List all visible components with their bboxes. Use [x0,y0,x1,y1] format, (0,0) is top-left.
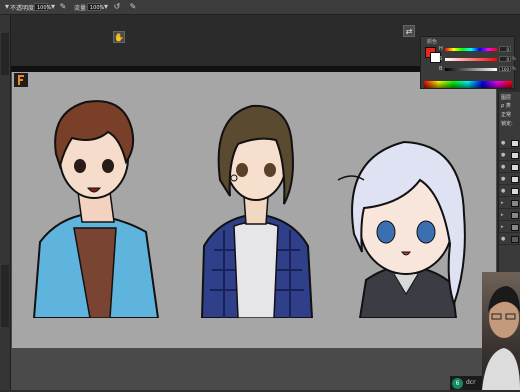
tray-text: dcr [466,379,476,386]
tools-panel-lower[interactable] [1,265,9,327]
expand-arrow-icon[interactable]: ▸ [501,200,504,206]
saturation-slider[interactable] [445,58,497,61]
brightness-slider[interactable] [445,68,497,71]
visibility-eye-icon[interactable]: ● [501,176,505,182]
flow-dropdown-icon[interactable]: ▾ [101,2,111,12]
opacity-label: 不透明度: [10,5,37,12]
color-panel: 颜色 H 0 S 0 % B 100 % [420,36,516,89]
brightness-value[interactable]: 100 [499,66,511,72]
hue-value[interactable]: 0 [499,46,511,52]
layer-row[interactable]: ● [499,234,520,245]
visibility-eye-icon[interactable]: ● [501,152,505,158]
layer-thumbnail [511,188,519,195]
notification-badge[interactable]: 6 [452,378,463,389]
hand-tool-icon[interactable]: ✋ [113,31,125,43]
taskbar-tray: 6 dcr [450,376,482,390]
layer-row[interactable]: ● [499,186,520,197]
layer-row[interactable]: ● [499,162,520,173]
visibility-eye-icon[interactable]: ● [501,140,505,146]
tools-panel-strip [0,15,11,390]
visibility-eye-icon[interactable]: ● [501,164,505,170]
artwork-character-girl [200,104,314,318]
layer-kind-filter[interactable]: ρ 类 [501,102,511,109]
layer-thumbnail [511,176,519,183]
saturation-label: S [439,56,443,62]
folder-icon [511,224,519,231]
saturation-percent: % [512,56,516,61]
flow-field[interactable]: 100% [87,3,104,11]
brightness-label: B [439,66,443,72]
color-panel-title: 颜色 [427,39,438,45]
lock-label: 锁定: [501,121,513,127]
visibility-eye-icon[interactable]: ● [501,236,505,242]
layer-thumbnail [511,152,519,159]
layers-tab[interactable]: 图层 [501,94,511,101]
webcam-overlay [482,272,520,390]
color-spectrum-ramp[interactable] [424,81,512,88]
folder-icon [511,212,519,219]
panel-swap-icon[interactable]: ⇄ [403,25,415,37]
layer-group-row[interactable]: ▸ [499,198,520,209]
flow-label: 流量: [74,5,89,12]
layer-row[interactable]: ● [499,138,520,149]
streamer-face-image [482,286,520,390]
hue-slider[interactable] [445,48,497,51]
layer-row[interactable]: ● [499,174,520,185]
artwork-character-boy [32,100,160,318]
watermark-logo-icon [14,73,28,87]
blend-mode-select[interactable]: 正常 [501,111,511,118]
saturation-value[interactable]: 0 [499,56,511,62]
layer-thumbnail [511,164,519,171]
artwork-character-chibi [337,140,466,318]
visibility-eye-icon[interactable]: ● [501,188,505,194]
layer-group-row[interactable]: ▸ [499,210,520,221]
folder-icon [511,200,519,207]
airbrush-icon[interactable]: ↺ [112,2,122,12]
layer-row[interactable]: ● [499,150,520,161]
pressure-opacity-icon[interactable]: ✎ [58,2,68,12]
expand-arrow-icon[interactable]: ▸ [501,224,504,230]
layer-thumbnail [511,140,519,147]
layer-group-row[interactable]: ▸ [499,222,520,233]
opacity-dropdown-icon[interactable]: ▾ [48,2,58,12]
opacity-field[interactable]: 100% [34,3,51,11]
brightness-percent: % [512,66,516,71]
expand-arrow-icon[interactable]: ▸ [501,212,504,218]
hue-label: H [439,46,443,52]
tools-panel-collapsed[interactable] [1,33,9,75]
options-bar: ▾ 不透明度: 100% ▾ ✎ 流量: 100% ▾ ↺ ✎ [0,0,520,15]
layer-thumbnail [511,236,519,243]
pressure-size-icon[interactable]: ✎ [128,2,138,12]
